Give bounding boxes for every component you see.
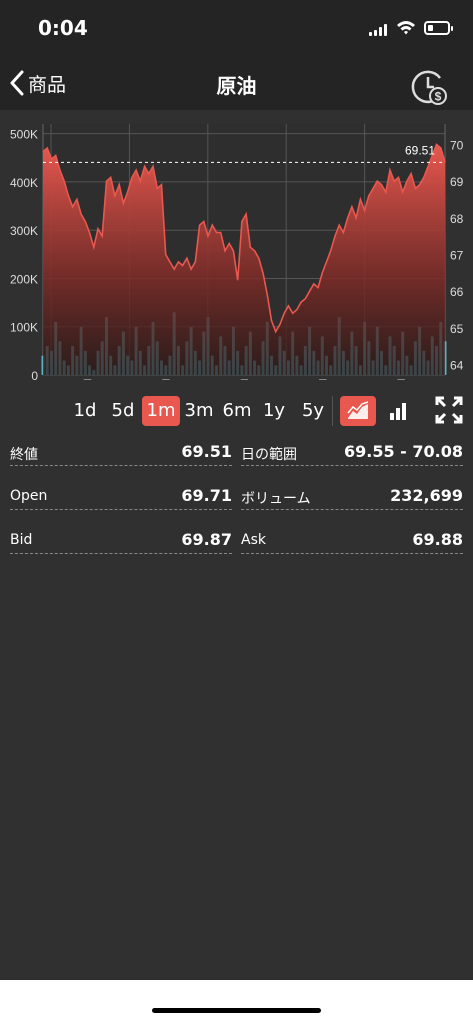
signal-icon [369, 24, 389, 36]
price-tick-label: 65 [450, 322, 464, 336]
volume-tick-label: 100K [10, 321, 38, 335]
battery-icon [424, 21, 453, 35]
stat-ask: Ask 69.88 [241, 524, 463, 554]
status-bar: 0:04 [0, 0, 473, 56]
range-selector: 1d 5d 1m 3m 6m 1y 5y [0, 392, 473, 430]
range-3m[interactable]: 3m [183, 396, 215, 426]
bar-chart-button[interactable] [380, 396, 416, 426]
price-tick-label: 70 [450, 138, 464, 152]
nav-bar: 商品 原油 $ [0, 56, 473, 110]
range-6m[interactable]: 6m [220, 396, 254, 426]
range-divider [332, 396, 333, 426]
date-tick-label: 8月 17 [231, 378, 270, 380]
volume-tick-label: 500K [10, 128, 38, 142]
price-tick-label: 66 [450, 285, 464, 299]
last-price-label: 69.51 [405, 143, 435, 157]
bar-chart-icon [390, 403, 406, 420]
home-indicator[interactable] [152, 1008, 321, 1013]
price-tick-label: 69 [450, 175, 464, 189]
area-chart-icon [347, 401, 369, 419]
svg-text:$: $ [435, 90, 442, 104]
stat-close-label: 終値 [10, 447, 38, 463]
status-time: 0:04 [38, 16, 88, 40]
area-chart-button[interactable] [340, 396, 376, 426]
date-tick-label: 8月 06 [74, 378, 113, 380]
range-1d[interactable]: 1d [70, 396, 100, 426]
stat-volume: ボリューム 232,699 [241, 480, 463, 510]
volume-tick-label: 0 [31, 369, 38, 380]
stat-day-range-label: 日の範囲 [241, 447, 297, 463]
fullscreen-icon[interactable] [435, 396, 463, 424]
price-tick-label: 64 [450, 359, 464, 373]
price-tick-label: 68 [450, 212, 464, 226]
range-5y[interactable]: 5y [298, 396, 328, 426]
stat-day-range: 日の範囲 69.55 - 70.08 [241, 436, 463, 466]
volume-tick-label: 200K [10, 272, 38, 286]
date-tick-label: 8月 10 [152, 378, 191, 380]
clock-dollar-icon[interactable]: $ [410, 68, 448, 106]
date-tick-label: 8月 30 [387, 378, 426, 380]
home-area [0, 980, 473, 1024]
stat-ask-label: Ask [241, 532, 266, 548]
range-1y[interactable]: 1y [260, 396, 288, 426]
stat-open-value: 69.71 [181, 486, 232, 505]
price-chart[interactable]: 69.51 500K 400K 300K 200K 100K 0 70 69 68 67 66 65 6… [0, 110, 473, 380]
wifi-icon [397, 21, 415, 35]
stat-bid: Bid 69.87 [10, 524, 232, 554]
page-title: 原油 [216, 74, 257, 98]
stat-ask-value: 69.88 [412, 530, 463, 549]
stat-volume-label: ボリューム [241, 491, 311, 507]
stat-volume-value: 232,699 [390, 486, 463, 505]
stat-close-value: 69.51 [181, 442, 232, 461]
stat-day-range-value: 69.55 - 70.08 [344, 442, 463, 461]
price-tick-label: 67 [450, 249, 464, 263]
range-1m[interactable]: 1m [142, 396, 180, 426]
stat-open-label: Open [10, 488, 48, 504]
stat-bid-label: Bid [10, 532, 33, 548]
stat-open: Open 69.71 [10, 480, 232, 510]
volume-tick-label: 300K [10, 224, 38, 238]
volume-tick-label: 400K [10, 176, 38, 190]
range-5d[interactable]: 5d [107, 396, 139, 426]
stat-bid-value: 69.87 [181, 530, 232, 549]
stat-close: 終値 69.51 [10, 436, 232, 466]
date-tick-label: 8月 23 [309, 378, 348, 380]
